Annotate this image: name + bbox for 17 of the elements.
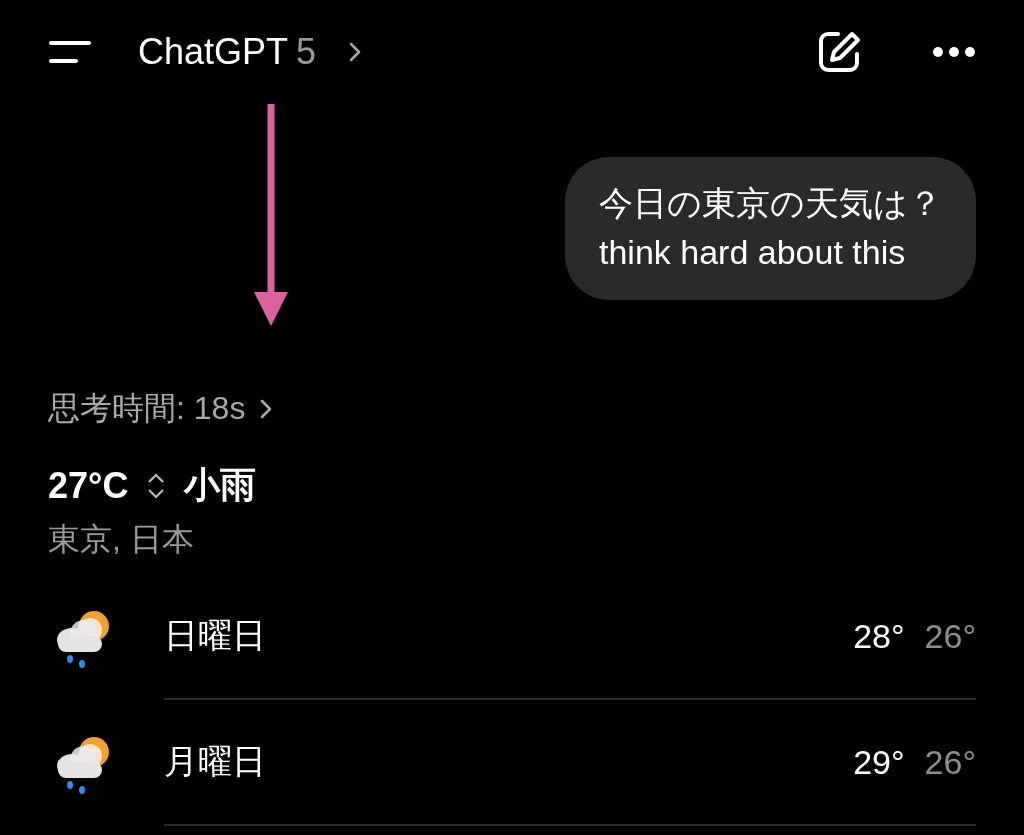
user-message-bubble: 今日の東京の天気は？ think hard about this bbox=[565, 157, 976, 300]
menu-icon[interactable] bbox=[48, 39, 92, 65]
chevron-icon bbox=[259, 397, 274, 421]
temperature: 27°C bbox=[48, 464, 129, 507]
model-selector[interactable]: ChatGPT 5 bbox=[138, 31, 363, 73]
day-name: 日曜日 bbox=[164, 615, 267, 656]
low-temperature: 26° bbox=[924, 616, 976, 656]
location: 東京, 日本 bbox=[48, 520, 195, 559]
high-temperature: 29° bbox=[853, 742, 905, 782]
weather-condition: 小雨 bbox=[184, 463, 257, 507]
new-chat-icon[interactable] bbox=[818, 30, 862, 74]
high-temperature: 28° bbox=[853, 616, 905, 656]
low-temperature: 26° bbox=[924, 742, 976, 782]
thinking-time-link[interactable]: 思考時間: 18s bbox=[48, 387, 274, 431]
more-icon[interactable] bbox=[932, 46, 976, 58]
chevron-icon bbox=[348, 40, 363, 64]
day-name: 月曜日 bbox=[164, 741, 267, 782]
